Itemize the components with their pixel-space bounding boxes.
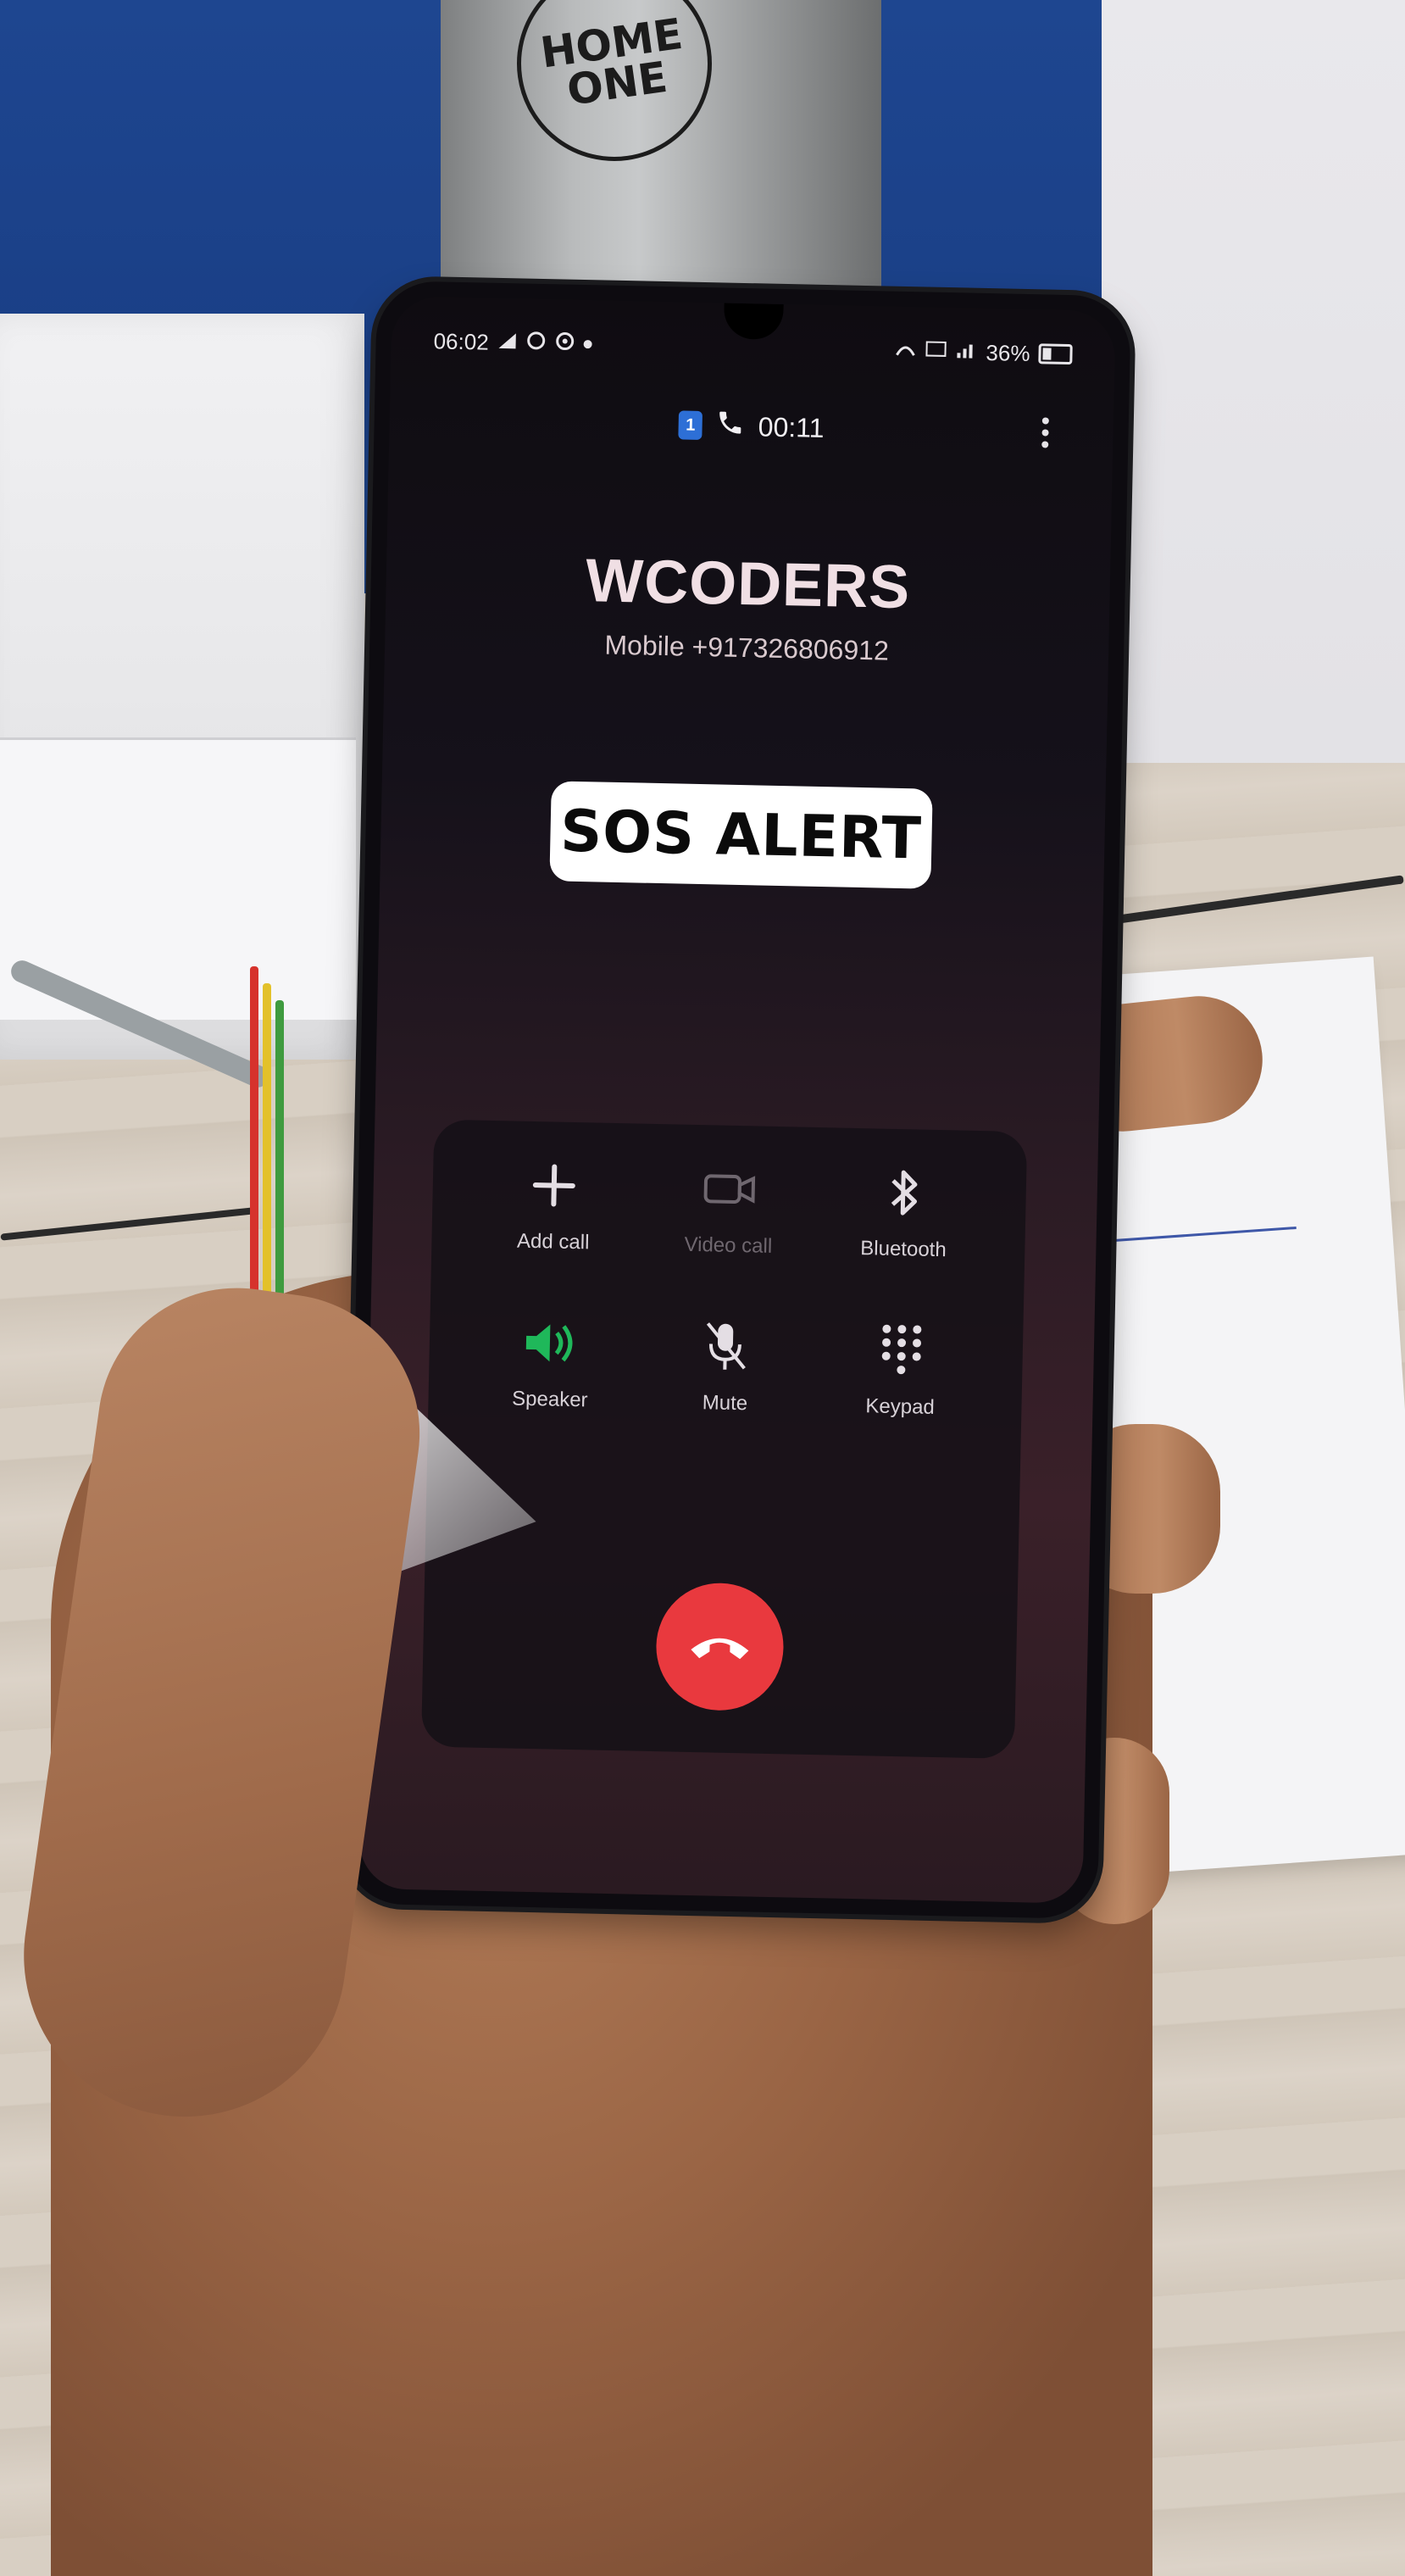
signal-icon — [497, 329, 518, 355]
video-call-label: Video call — [684, 1232, 773, 1258]
phone-screen: 06:02 36% 1 00:11 WCODERS Mobile +917326… — [358, 296, 1116, 1904]
whatsapp-icon — [525, 330, 547, 356]
yellow-wire — [263, 983, 271, 1339]
call-duration: 00:11 — [758, 410, 825, 443]
speaker-icon — [521, 1313, 581, 1373]
more-options-icon — [1041, 417, 1049, 425]
mute-label: Mute — [702, 1391, 748, 1416]
in-call-controls: Add call Video call Bluetooth Speaker Mu… — [420, 1119, 1028, 1760]
volte-icon — [925, 338, 947, 365]
bluetooth-icon — [875, 1162, 935, 1222]
status-time: 06:02 — [433, 327, 490, 355]
plus-icon — [524, 1155, 584, 1216]
more-notifications-dot — [583, 340, 592, 349]
network-signal-icon — [955, 339, 978, 366]
keypad-label: Keypad — [865, 1394, 936, 1419]
speaker-button[interactable]: Speaker — [462, 1311, 639, 1413]
caller-number: Mobile +917326806912 — [604, 629, 890, 666]
add-call-button[interactable]: Add call — [465, 1154, 642, 1255]
controls-grid: Add call Video call Bluetooth Speaker Mu… — [462, 1154, 992, 1421]
status-bar-left: 06:02 — [433, 328, 592, 358]
bottle-logo-line2: ONE — [564, 52, 671, 115]
cardboard-box — [0, 314, 364, 1060]
phone: 06:02 36% 1 00:11 WCODERS Mobile +917326… — [343, 280, 1131, 1920]
background-wall — [1102, 0, 1405, 848]
end-call-button[interactable] — [654, 1582, 786, 1712]
battery-percent: 36% — [986, 339, 1030, 366]
add-call-label: Add call — [516, 1229, 590, 1255]
bluetooth-button[interactable]: Bluetooth — [815, 1161, 992, 1263]
red-wire — [250, 966, 258, 1322]
status-bar: 06:02 36% — [433, 324, 1073, 371]
caller-name: WCODERS — [585, 547, 912, 622]
bluetooth-label: Bluetooth — [860, 1237, 947, 1262]
notification-icon — [554, 331, 575, 357]
call-header: 1 00:11 — [389, 398, 1113, 455]
hang-up-icon — [686, 1627, 754, 1666]
sos-alert-label: SOS ALERT — [549, 781, 933, 889]
mute-icon — [696, 1316, 756, 1377]
more-options-button[interactable] — [1028, 409, 1063, 456]
keypad-icon — [871, 1320, 931, 1380]
battery-icon — [1038, 343, 1073, 365]
phone-icon — [715, 408, 745, 444]
alarm-icon — [894, 337, 917, 364]
keypad-button[interactable]: Keypad — [813, 1319, 990, 1421]
status-bar-right: 36% — [894, 337, 1073, 367]
video-icon — [699, 1159, 759, 1219]
speaker-label: Speaker — [511, 1387, 588, 1412]
video-call-button[interactable]: Video call — [641, 1158, 818, 1260]
mute-button[interactable]: Mute — [637, 1316, 814, 1417]
sim-badge: 1 — [678, 410, 703, 440]
